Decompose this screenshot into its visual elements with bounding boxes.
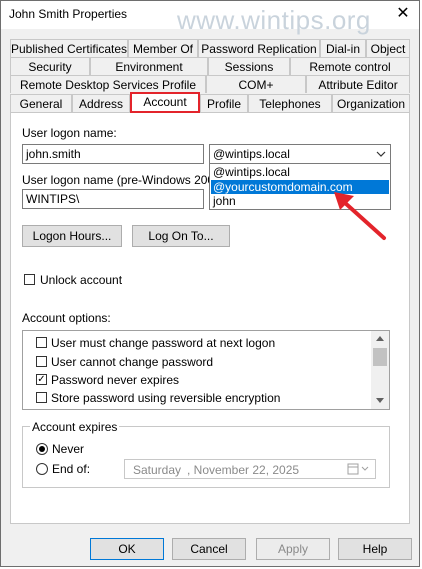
tab-telephones[interactable]: Telephones xyxy=(248,94,332,112)
end-of-label: End of: xyxy=(52,462,91,476)
tab-remote-control[interactable]: Remote control xyxy=(290,57,410,75)
calendar-icon[interactable] xyxy=(347,463,371,475)
tab-dial-in[interactable]: Dial-in xyxy=(320,39,366,57)
logon-name-input[interactable]: john.smith xyxy=(22,144,204,164)
scroll-thumb[interactable] xyxy=(373,348,387,366)
option-label: User must change password at next logon xyxy=(51,336,276,350)
apply-button[interactable]: Apply xyxy=(256,538,330,560)
unlock-account-label: Unlock account xyxy=(40,273,123,287)
logon-name-label: User logon name: xyxy=(22,126,117,140)
domain-select-value: @wintips.local xyxy=(213,147,290,161)
tab-member-of[interactable]: Member Of xyxy=(128,39,198,57)
tab-general[interactable]: General xyxy=(10,94,72,112)
option-label: Password never expires xyxy=(51,373,180,387)
domain-select[interactable]: @wintips.local xyxy=(209,144,391,164)
chevron-down-icon xyxy=(376,151,386,157)
pre2000-label: User logon name (pre-Windows 2000): xyxy=(22,173,229,187)
option-checkbox-checked[interactable]: ✓ xyxy=(36,374,47,385)
unlock-account-checkbox[interactable] xyxy=(24,274,35,285)
option-checkbox[interactable] xyxy=(36,337,47,348)
close-icon[interactable]: ✕ xyxy=(392,3,414,25)
never-label: Never xyxy=(52,442,85,456)
tab-address[interactable]: Address xyxy=(72,94,130,112)
tab-sessions[interactable]: Sessions xyxy=(208,57,290,75)
tab-attribute-editor[interactable]: Attribute Editor xyxy=(306,75,410,93)
tab-remote-desktop-services-profile[interactable]: Remote Desktop Services Profile xyxy=(10,75,206,93)
pre2000-domain-input[interactable]: WINTIPS\ xyxy=(22,189,204,209)
tab-security[interactable]: Security xyxy=(10,57,90,75)
annotation-arrow-icon xyxy=(334,192,386,240)
tab-account[interactable]: Account xyxy=(130,92,200,113)
tab-environment[interactable]: Environment xyxy=(90,57,208,75)
end-of-radio[interactable] xyxy=(36,463,48,475)
scroll-up-icon[interactable] xyxy=(376,336,384,342)
option-label: User cannot change password xyxy=(51,355,214,369)
cancel-button[interactable]: Cancel xyxy=(172,538,246,560)
logon-hours-button[interactable]: Logon Hours... xyxy=(22,225,122,247)
option-checkbox[interactable] xyxy=(36,356,47,367)
account-expires-label: Account expires xyxy=(30,420,120,434)
option-label: Store password using reversible encrypti… xyxy=(51,391,281,405)
window-title: John Smith Properties xyxy=(9,7,128,21)
option-checkbox[interactable] xyxy=(36,392,47,403)
watermark: www.wintips.org xyxy=(177,5,371,35)
tab-object[interactable]: Object xyxy=(366,39,410,57)
log-on-to-button[interactable]: Log On To... xyxy=(132,225,230,247)
tab-published-certificates[interactable]: Published Certificates xyxy=(10,39,128,57)
account-options-label: Account options: xyxy=(22,311,111,325)
title-bar: John Smith Properties www.wintips.org ✕ xyxy=(1,1,419,35)
tab-password-replication[interactable]: Password Replication xyxy=(198,39,320,57)
options-scrollbar[interactable] xyxy=(371,331,389,409)
never-radio[interactable] xyxy=(36,443,48,455)
tab-profile[interactable]: Profile xyxy=(200,94,248,112)
date-day: Saturday xyxy=(133,463,182,477)
domain-option[interactable]: @wintips.local xyxy=(211,165,389,179)
tab-com-plus[interactable]: COM+ xyxy=(206,75,306,93)
date-rest: , November 22, 2025 xyxy=(187,463,300,477)
help-button[interactable]: Help xyxy=(338,538,412,560)
scroll-down-icon[interactable] xyxy=(376,398,384,404)
expiry-date-picker[interactable]: Saturday , November 22, 2025 xyxy=(124,459,376,479)
ok-button[interactable]: OK xyxy=(90,538,164,560)
tab-organization[interactable]: Organization xyxy=(332,94,410,112)
